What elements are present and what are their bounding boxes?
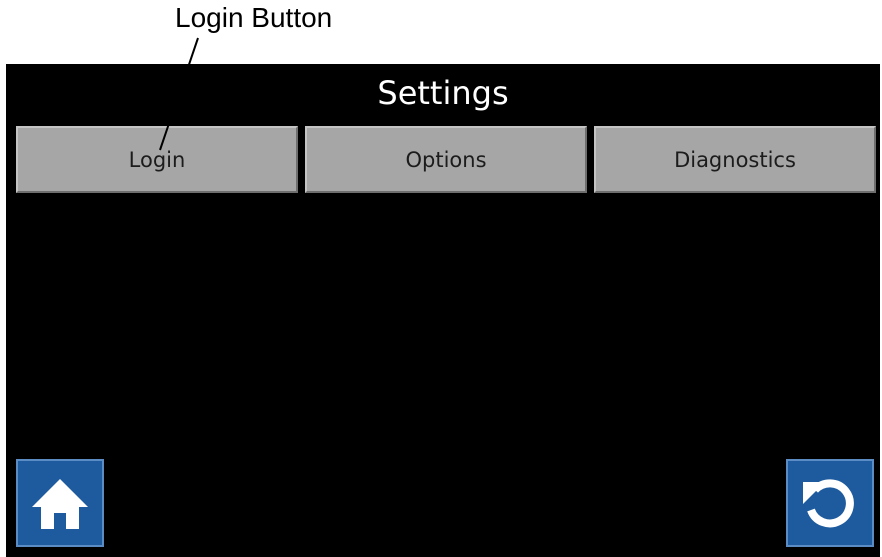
undo-arrow-icon <box>803 479 854 528</box>
back-button[interactable] <box>786 459 874 547</box>
home-button[interactable] <box>16 459 104 547</box>
settings-tab-bar: Login Options Diagnostics <box>16 126 876 193</box>
settings-screen: Settings Login Options Diagnostics <box>6 64 880 557</box>
login-button[interactable]: Login <box>16 126 298 193</box>
login-button-callout: Login Button <box>0 0 882 64</box>
home-icon <box>32 479 88 529</box>
page-title: Settings <box>377 74 509 112</box>
options-button[interactable]: Options <box>305 126 587 193</box>
callout-label: Login Button <box>175 2 333 33</box>
diagnostics-button[interactable]: Diagnostics <box>594 126 876 193</box>
